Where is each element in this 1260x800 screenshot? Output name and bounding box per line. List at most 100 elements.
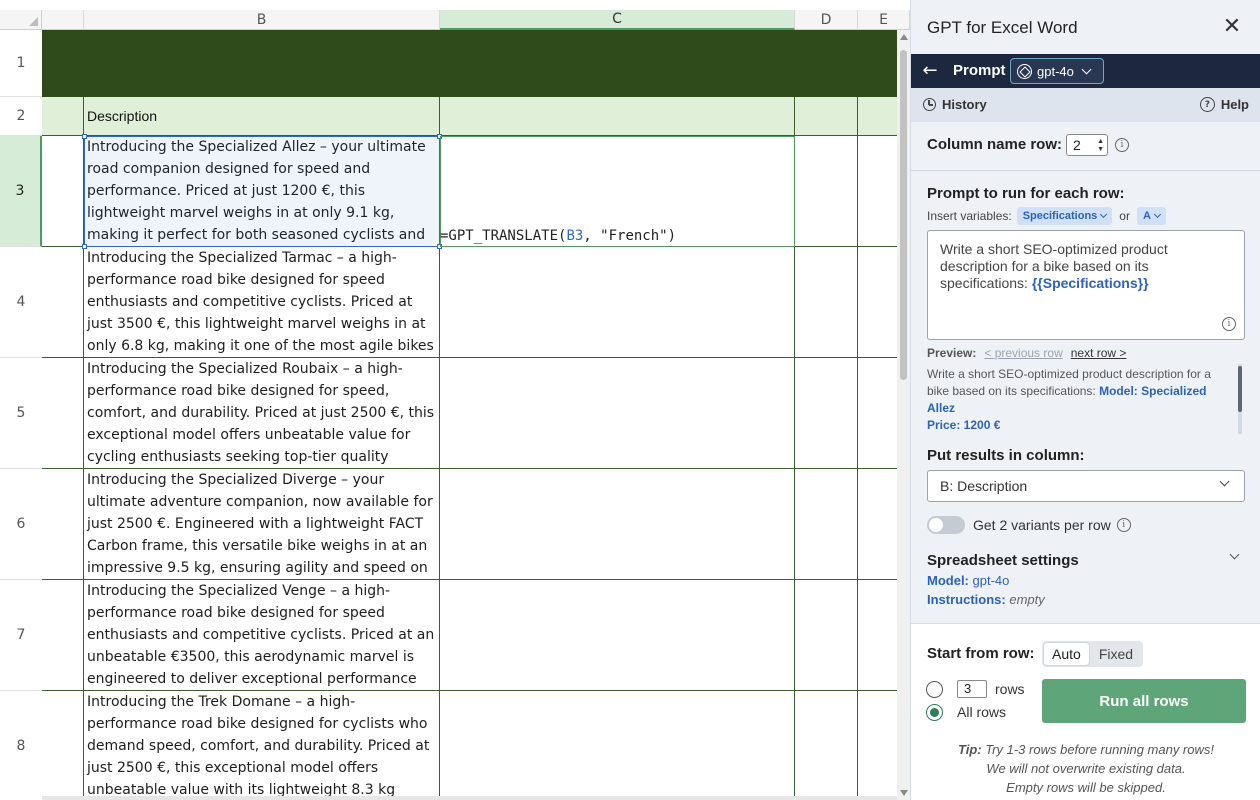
- cell-a4[interactable]: [42, 247, 84, 358]
- cell-d2[interactable]: [795, 97, 858, 136]
- chevron-down-icon[interactable]: [1229, 549, 1240, 560]
- select-all-corner[interactable]: [0, 10, 42, 30]
- column-header-b[interactable]: B: [84, 10, 440, 30]
- cell-e4[interactable]: [858, 247, 897, 358]
- cell-c2[interactable]: [440, 97, 795, 136]
- cell-d5[interactable]: [795, 358, 858, 469]
- cell-a7[interactable]: [42, 580, 84, 691]
- cell-e6[interactable]: [858, 469, 897, 580]
- preview-price-value: Price: 1200 €: [927, 418, 1001, 432]
- info-icon[interactable]: i: [1222, 317, 1236, 331]
- cell-d6[interactable]: [795, 469, 858, 580]
- formula-text[interactable]: =GPT_TRANSLATE(B3, "French"): [440, 228, 676, 244]
- column-name-row-value: 2: [1073, 137, 1081, 153]
- model-selector[interactable]: gpt-4o: [1010, 58, 1104, 84]
- variable-chip-specifications[interactable]: Specifications: [1016, 207, 1113, 225]
- prompt-textarea[interactable]: Write a short SEO-optimized product desc…: [927, 230, 1245, 340]
- chevron-down-icon: [1219, 476, 1230, 487]
- cell-e8[interactable]: [858, 691, 897, 800]
- preview-controls: Preview: < previous row next row >: [927, 346, 1126, 360]
- cell-b3[interactable]: Introducing the Specialized Allez – your…: [84, 136, 440, 247]
- variants-toggle[interactable]: [927, 516, 965, 534]
- cell-b4[interactable]: Introducing the Specialized Tarmac – a h…: [84, 247, 440, 358]
- row-header-7[interactable]: 7: [0, 580, 42, 691]
- start-mode-toggle: Auto Fixed: [1042, 641, 1144, 667]
- scroll-down-arrow-icon: [900, 790, 908, 796]
- insert-variables-row: Insert variables: Specifications or A: [927, 207, 1166, 225]
- cell-c4[interactable]: [440, 247, 795, 358]
- cell-b7[interactable]: Introducing the Specialized Venge – a hi…: [84, 580, 440, 691]
- scroll-up-arrow-icon: [900, 34, 908, 40]
- preview-label: Preview:: [927, 346, 977, 360]
- row-header-6[interactable]: 6: [0, 469, 42, 580]
- cell-a6[interactable]: [42, 469, 84, 580]
- row-header-1[interactable]: 1: [0, 30, 42, 97]
- row-header-4[interactable]: 4: [0, 247, 42, 358]
- back-arrow-icon[interactable]: ←: [919, 60, 941, 82]
- column-header-c[interactable]: C: [440, 10, 795, 30]
- row-header-3[interactable]: 3: [0, 136, 42, 247]
- cell-d7[interactable]: [795, 580, 858, 691]
- previous-row-link[interactable]: < previous row: [984, 346, 1062, 360]
- rows-count-input[interactable]: 3: [957, 680, 987, 698]
- cell-e7[interactable]: [858, 580, 897, 691]
- vertical-scrollbar[interactable]: [897, 30, 910, 800]
- cell-b5[interactable]: Introducing the Specialized Roubaix – a …: [84, 358, 440, 469]
- close-icon[interactable]: ✕: [1222, 16, 1242, 38]
- cell-c5[interactable]: [440, 358, 795, 469]
- variable-chip-a[interactable]: A: [1136, 207, 1166, 225]
- results-column-select[interactable]: B: Description: [927, 470, 1245, 502]
- stepper-down-icon[interactable]: ▼: [1097, 146, 1104, 153]
- cell-e3[interactable]: [858, 136, 897, 247]
- cell-c8[interactable]: [440, 691, 795, 800]
- tip-text: Tip: Try 1-3 rows before running many ro…: [958, 742, 1214, 795]
- row-header-2[interactable]: 2: [0, 97, 42, 136]
- cell-b2-description-header[interactable]: Description: [84, 97, 440, 136]
- or-label: or: [1119, 209, 1130, 223]
- cell-e2[interactable]: [858, 97, 897, 136]
- help-question-icon: ?: [1199, 97, 1215, 112]
- cell-d3[interactable]: [795, 136, 858, 247]
- column-name-row-label: Column name row:: [927, 136, 1063, 153]
- cell-d4[interactable]: [795, 247, 858, 358]
- next-row-link[interactable]: next row >: [1071, 346, 1127, 360]
- column-header-d[interactable]: D: [795, 10, 858, 30]
- column-header-a[interactable]: [42, 10, 84, 30]
- cell-a8[interactable]: [42, 691, 84, 800]
- cell-d8[interactable]: [795, 691, 858, 800]
- prompt-label: Prompt to run for each row:: [927, 185, 1125, 202]
- column-header-e[interactable]: E: [858, 10, 910, 30]
- model-selector-label: gpt-4o: [1037, 63, 1074, 79]
- row-header-8[interactable]: 8: [0, 691, 42, 800]
- panel-subbar: History ? Help: [911, 88, 1260, 122]
- cell-e5[interactable]: [858, 358, 897, 469]
- cell-a3[interactable]: [42, 136, 84, 247]
- history-button[interactable]: History: [923, 97, 987, 112]
- spreadsheet-settings-header[interactable]: Spreadsheet settings: [927, 552, 1079, 569]
- start-fixed-option[interactable]: Fixed: [1091, 643, 1141, 665]
- help-label: Help: [1220, 97, 1249, 112]
- preview-text: Write a short SEO-optimized product desc…: [927, 367, 1211, 432]
- horizontal-scrollbar[interactable]: [42, 796, 897, 800]
- run-all-rows-button[interactable]: Run all rows: [1042, 679, 1246, 723]
- row-header-5[interactable]: 5: [0, 358, 42, 469]
- cell-b8[interactable]: Introducing the Trek Domane – a high-per…: [84, 691, 440, 800]
- cell-a2[interactable]: [42, 97, 84, 136]
- cell-c6[interactable]: [440, 469, 795, 580]
- all-rows-radio[interactable]: [926, 704, 943, 721]
- column-name-row-stepper[interactable]: 2 ▲ ▼: [1066, 134, 1108, 156]
- help-button[interactable]: ? Help: [1199, 97, 1249, 112]
- title-band-row[interactable]: [42, 30, 897, 97]
- prompt-variable: {{Specifications}}: [1031, 275, 1149, 291]
- chevron-down-icon: [1100, 210, 1108, 219]
- nav-label: Prompt: [953, 62, 1006, 79]
- cell-c7[interactable]: [440, 580, 795, 691]
- info-icon[interactable]: i: [1116, 518, 1131, 532]
- preview-scrollbar[interactable]: [1238, 364, 1242, 434]
- cell-a5[interactable]: [42, 358, 84, 469]
- start-auto-option[interactable]: Auto: [1044, 643, 1089, 665]
- info-icon[interactable]: i: [1115, 138, 1129, 152]
- rows-count-radio[interactable]: [926, 681, 943, 698]
- cell-b6[interactable]: Introducing the Specialized Diverge – yo…: [84, 469, 440, 580]
- stepper-up-icon[interactable]: ▲: [1097, 138, 1104, 145]
